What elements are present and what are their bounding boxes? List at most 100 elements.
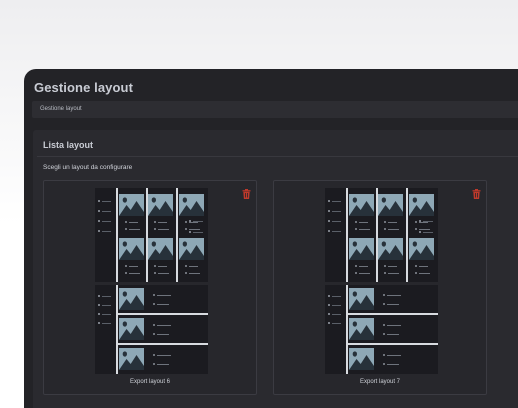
thumb-dot bbox=[98, 295, 100, 297]
layout-card-label: Export layout 6 bbox=[129, 379, 171, 385]
layout-card[interactable]: Export layout 6 bbox=[43, 180, 257, 395]
thumb-dot bbox=[185, 221, 187, 223]
thumb-line bbox=[102, 304, 111, 306]
thumb-dot bbox=[153, 294, 155, 296]
thumb-line bbox=[157, 363, 169, 365]
thumb-sidebar bbox=[325, 188, 347, 282]
image-placeholder-icon bbox=[349, 238, 374, 260]
thumb-line bbox=[419, 272, 430, 274]
thumb-dot bbox=[328, 304, 330, 306]
thumb-dot bbox=[384, 265, 386, 267]
thumb-dot bbox=[98, 304, 100, 306]
thumb-dot bbox=[328, 295, 330, 297]
thumb-line bbox=[129, 265, 138, 267]
image-placeholder-icon bbox=[119, 288, 144, 310]
thumb-line bbox=[332, 322, 341, 324]
image-placeholder-icon bbox=[349, 194, 374, 216]
thumb-line bbox=[387, 354, 401, 356]
image-placeholder-icon bbox=[409, 194, 434, 216]
thumb-divider bbox=[116, 188, 118, 282]
thumb-line bbox=[388, 221, 397, 223]
thumb-dot bbox=[154, 265, 156, 267]
thumb-line bbox=[129, 272, 140, 274]
thumb-dot bbox=[355, 221, 357, 223]
thumb-dot bbox=[153, 303, 155, 305]
image-placeholder-icon bbox=[378, 194, 403, 216]
thumb-line bbox=[332, 210, 341, 212]
thumb-dot bbox=[415, 228, 417, 230]
thumb-dot bbox=[153, 354, 155, 356]
thumb-line bbox=[157, 354, 171, 356]
breadcrumb-item[interactable]: Gestione layout bbox=[40, 106, 82, 112]
thumb-line bbox=[102, 230, 111, 232]
thumb-dot bbox=[153, 363, 155, 365]
image-placeholder-icon bbox=[179, 194, 204, 216]
thumb-dot bbox=[384, 228, 386, 230]
image-placeholder-icon bbox=[119, 348, 144, 370]
thumb-line bbox=[129, 221, 138, 223]
thumb-dot bbox=[98, 200, 100, 202]
thumb-dot bbox=[328, 313, 330, 315]
thumb-line bbox=[157, 294, 171, 296]
thumb-line bbox=[157, 333, 169, 335]
thumb-dot bbox=[185, 228, 187, 230]
thumb-line bbox=[102, 313, 111, 315]
thumb-line bbox=[102, 295, 111, 297]
thumb-line bbox=[332, 295, 341, 297]
thumb-line bbox=[388, 265, 397, 267]
thumb-divider bbox=[117, 343, 208, 345]
thumb-line bbox=[387, 294, 401, 296]
thumb-divider bbox=[117, 313, 208, 315]
thumb-line bbox=[332, 230, 341, 232]
thumb-dot bbox=[153, 324, 155, 326]
thumb-panel-top bbox=[95, 188, 208, 282]
thumb-dot bbox=[383, 303, 385, 305]
thumb-dot bbox=[185, 272, 187, 274]
thumb-line bbox=[359, 221, 368, 223]
image-placeholder-icon bbox=[349, 288, 374, 310]
trash-icon[interactable] bbox=[242, 186, 251, 199]
thumb-dot bbox=[125, 228, 127, 230]
thumb-panel-bottom bbox=[95, 285, 208, 374]
thumb-line bbox=[158, 228, 169, 230]
thumb-line bbox=[387, 333, 399, 335]
thumb-panel-top bbox=[325, 188, 438, 282]
page-title: Gestione layout bbox=[34, 80, 134, 95]
thumb-line bbox=[359, 272, 370, 274]
thumb-dot bbox=[419, 231, 421, 233]
divider bbox=[37, 156, 518, 157]
thumb-divider bbox=[116, 285, 118, 374]
image-placeholder-icon bbox=[148, 238, 173, 260]
image-placeholder-icon bbox=[119, 194, 144, 216]
layout-thumbnail[interactable] bbox=[95, 188, 208, 374]
trash-icon[interactable] bbox=[472, 186, 481, 199]
thumb-dot bbox=[185, 265, 187, 267]
thumb-line bbox=[193, 231, 203, 233]
thumb-line bbox=[158, 272, 169, 274]
thumb-dot bbox=[384, 221, 386, 223]
image-placeholder-icon bbox=[148, 194, 173, 216]
thumb-dot bbox=[98, 322, 100, 324]
breadcrumb: Gestione layout bbox=[32, 101, 518, 118]
thumb-dot bbox=[355, 265, 357, 267]
thumb-panel-bottom bbox=[325, 285, 438, 374]
layout-card[interactable]: Export layout 7 bbox=[273, 180, 487, 395]
thumb-line bbox=[102, 200, 111, 202]
thumb-line bbox=[102, 210, 111, 212]
layout-thumbnail[interactable] bbox=[325, 188, 438, 374]
thumb-dot bbox=[383, 324, 385, 326]
thumb-line bbox=[157, 303, 169, 305]
thumb-dot bbox=[415, 221, 417, 223]
thumb-line bbox=[189, 265, 198, 267]
thumb-dot bbox=[153, 333, 155, 335]
thumb-dot bbox=[154, 228, 156, 230]
thumb-line bbox=[102, 220, 111, 222]
thumb-line bbox=[332, 304, 341, 306]
thumb-dot bbox=[98, 210, 100, 212]
thumb-dot bbox=[328, 230, 330, 232]
thumb-line bbox=[332, 313, 341, 315]
thumb-line bbox=[359, 265, 368, 267]
thumb-sidebar bbox=[95, 188, 117, 282]
layout-list-section: Lista layout Scegli un layout da configu… bbox=[33, 130, 518, 408]
thumb-line bbox=[102, 322, 111, 324]
